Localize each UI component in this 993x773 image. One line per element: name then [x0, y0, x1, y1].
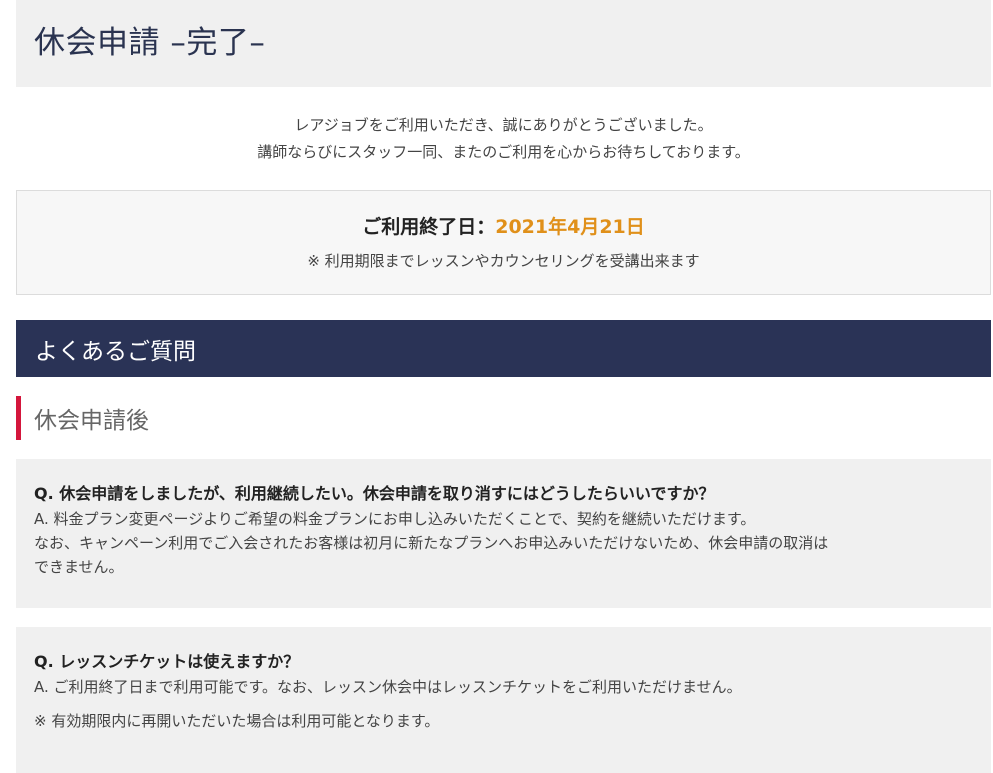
end-date-value: 2021年4月21日: [495, 216, 645, 238]
faq-answer-line: A. 料金プラン変更ページよりご希望の料金プランにお申し込みいただくことで、契約…: [34, 510, 756, 528]
title-box: 休会申請 –完了–: [16, 0, 991, 87]
faq-question: Q. 休会申請をしましたが、利用継続したい。休会申請を取り消すにはどうしたらいい…: [34, 484, 715, 503]
end-date-label: ご利用終了日：: [362, 216, 496, 238]
faq-item: Q. レッスンチケットは使えますか？ A. ご利用終了日まで利用可能です。なお、…: [16, 627, 991, 773]
end-date-line: ご利用終了日：2021年4月21日: [17, 213, 990, 241]
thank-you-message: レアジョブをご利用いただき、誠にありがとうございました。 講師ならびにスタッフ一…: [16, 112, 991, 166]
faq-answer-line: A. ご利用終了日まで利用可能です。なお、レッスン休会中はレッスンチケットをご利…: [34, 678, 742, 696]
end-date-note: ※ 利用期限までレッスンやカウンセリングを受講出来ます: [307, 252, 700, 270]
faq-heading: よくあるご質問: [35, 338, 196, 365]
page: 休会申請 –完了– レアジョブをご利用いただき、誠にありがとうございました。 講…: [0, 0, 993, 773]
faq-header-bar: よくあるご質問: [16, 320, 991, 377]
thank-you-line-2: 講師ならびにスタッフ一同、またのご利用を心からお待ちしております。: [257, 143, 750, 161]
faq-item: Q. 休会申請をしましたが、利用継続したい。休会申請を取り消すにはどうしたらいい…: [16, 459, 991, 608]
faq-question: Q. レッスンチケットは使えますか？: [34, 652, 300, 671]
faq-section-heading: 休会申請後: [16, 396, 149, 440]
faq-answer-line: なお、キャンペーン利用でご入会されたお客様は初月に新たなプランへお申込みいただけ…: [34, 534, 829, 552]
thank-you-line-1: レアジョブをご利用いただき、誠にありがとうございました。: [294, 116, 713, 134]
end-date-box: ご利用終了日：2021年4月21日 ※ 利用期限までレッスンやカウンセリングを受…: [16, 190, 991, 295]
faq-answer-line: できません。: [34, 558, 124, 576]
faq-answer-note: ※ 有効期限内に再開いただいた場合は利用可能となります。: [34, 712, 440, 730]
page-title: 休会申請 –完了–: [34, 25, 266, 61]
faq-section-title: 休会申請後: [34, 408, 149, 434]
